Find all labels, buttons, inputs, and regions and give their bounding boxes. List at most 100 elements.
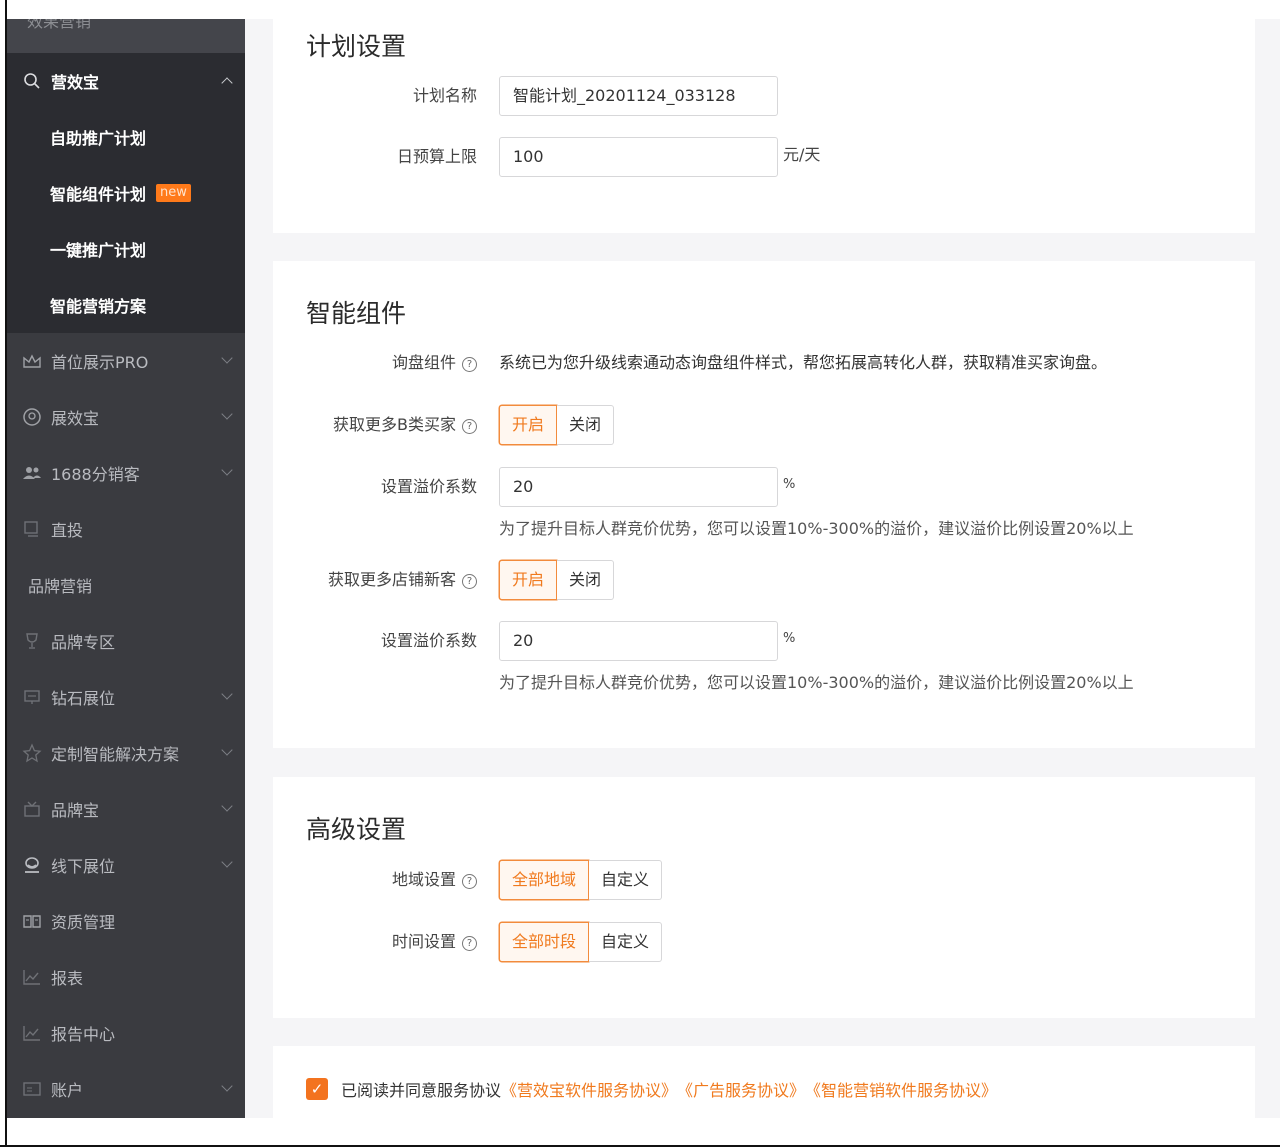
field-label: 获取更多店铺新客? bbox=[328, 560, 477, 600]
sidebar-subitem-self-promotion[interactable]: 自助推广计划 bbox=[7, 109, 245, 165]
time-all-button[interactable]: 全部时段 bbox=[499, 922, 590, 962]
sidebar-item-brand-zone[interactable]: 品牌专区 bbox=[7, 613, 245, 669]
toggle-off-button[interactable]: 关闭 bbox=[557, 560, 615, 600]
new-customers-toggle: 开启 关闭 bbox=[499, 560, 615, 600]
sidebar-item-diamond-booth[interactable]: 钻石展位 bbox=[7, 669, 245, 725]
field-label-text: 获取更多店铺新客 bbox=[327, 570, 456, 589]
chevron-down-icon bbox=[221, 800, 233, 812]
screenshot-frame: 效果营销 营效宝 自助推广计划 智能组件计划 new 一键推广计划 智能营销方案 bbox=[0, 0, 1280, 1147]
sidebar-item-direct[interactable]: 直投 bbox=[7, 501, 245, 557]
premium-input-2[interactable]: 20 bbox=[499, 621, 778, 661]
field-label: 获取更多B类买家? bbox=[333, 405, 477, 445]
sidebar-item-label: 报表 bbox=[51, 969, 84, 988]
sidebar-item-reports[interactable]: 报表 bbox=[7, 949, 245, 1005]
sidebar-subitem-label: 智能组件计划 bbox=[50, 185, 147, 204]
budget-input[interactable]: 100 bbox=[499, 137, 778, 177]
field-label: 地域设置? bbox=[392, 860, 477, 900]
premium-row-2: 设置溢价系数 20 % bbox=[273, 621, 1255, 661]
card-icon bbox=[21, 1078, 43, 1100]
sidebar-item-effect-marketing[interactable]: 效果营销 bbox=[7, 19, 245, 53]
frame-border-bottom bbox=[0, 1141, 1280, 1147]
sidebar-item-report-center[interactable]: 报告中心 bbox=[7, 1005, 245, 1061]
sidebar-item-brand-marketing[interactable]: 品牌营销 bbox=[7, 557, 245, 613]
sidebar-item-distributor[interactable]: 1688分销客 bbox=[7, 445, 245, 501]
chevron-up-icon[interactable] bbox=[221, 77, 233, 89]
sidebar-item-label: 效果营销 bbox=[27, 19, 92, 31]
book-icon bbox=[21, 910, 43, 932]
sidebar-item-label: 品牌宝 bbox=[51, 801, 100, 820]
sidebar-subitem-smart-component[interactable]: 智能组件计划 new bbox=[7, 165, 245, 221]
sidebar-item-label: 展效宝 bbox=[51, 409, 100, 428]
help-icon[interactable]: ? bbox=[462, 936, 477, 951]
sidebar-item-zhanxiaobao[interactable]: 展效宝 bbox=[7, 389, 245, 445]
sidebar-item-label: 品牌专区 bbox=[51, 633, 116, 652]
screen-icon bbox=[21, 686, 43, 708]
sidebar-item-label: 钻石展位 bbox=[51, 689, 116, 708]
time-toggle: 全部时段 自定义 bbox=[499, 922, 663, 962]
sidebar-item-yingxiaobao[interactable]: 营效宝 bbox=[7, 53, 245, 109]
inquiry-row: 询盘组件? 系统已为您升级线索通动态询盘组件样式，帮您拓展高转化人群，获取精准买… bbox=[273, 343, 1255, 383]
time-custom-button[interactable]: 自定义 bbox=[589, 922, 663, 962]
agreement-link-smart-marketing[interactable]: 《智能营销软件服务协议》 bbox=[805, 1077, 997, 1101]
premium-input-1[interactable]: 20 bbox=[499, 467, 778, 507]
premium-hint-2: 为了提升目标人群竞价优势，您可以设置10%-300%的溢价，建议溢价比例设置20… bbox=[499, 673, 1134, 692]
help-icon[interactable]: ? bbox=[462, 874, 477, 889]
toggle-on-button[interactable]: 开启 bbox=[499, 560, 558, 600]
chevron-down-icon bbox=[221, 688, 233, 700]
sidebar-subitem-smart-marketing[interactable]: 智能营销方案 bbox=[7, 277, 245, 333]
sidebar-subitem-one-click[interactable]: 一键推广计划 bbox=[7, 221, 245, 277]
help-icon[interactable]: ? bbox=[462, 574, 477, 589]
premium-unit: % bbox=[783, 631, 796, 646]
section-title: 高级设置 bbox=[306, 815, 407, 844]
premium-hint-1: 为了提升目标人群竞价优势，您可以设置10%-300%的溢价，建议溢价比例设置20… bbox=[499, 519, 1134, 538]
help-icon[interactable]: ? bbox=[462, 419, 477, 434]
badge-icon bbox=[21, 406, 43, 428]
region-custom-button[interactable]: 自定义 bbox=[589, 860, 663, 900]
field-label: 询盘组件? bbox=[392, 343, 477, 383]
sidebar-item-label: 定制智能解决方案 bbox=[51, 745, 180, 764]
sidebar-item-label: 报告中心 bbox=[51, 1025, 116, 1044]
field-label: 设置溢价系数 bbox=[380, 631, 477, 650]
premium-unit: % bbox=[783, 477, 796, 492]
plan-name-row: 计划名称 智能计划_20201124_033128 bbox=[273, 76, 1255, 116]
plan-name-input[interactable]: 智能计划_20201124_033128 bbox=[499, 76, 778, 116]
chevron-down-icon bbox=[221, 464, 233, 476]
help-icon[interactable]: ? bbox=[462, 357, 477, 372]
section-title: 计划设置 bbox=[306, 32, 407, 61]
agreement-link-yingxiaobao[interactable]: 《营效宝软件服务协议》 bbox=[501, 1077, 677, 1101]
chevron-down-icon bbox=[221, 408, 233, 420]
agreement-link-ad-service[interactable]: 《广告服务协议》 bbox=[677, 1077, 805, 1101]
sidebar-group-yingxiaobao: 营效宝 自助推广计划 智能组件计划 new 一键推广计划 智能营销方案 bbox=[7, 53, 245, 333]
sidebar-item-qualification[interactable]: 资质管理 bbox=[7, 893, 245, 949]
users-icon bbox=[21, 462, 43, 484]
toggle-off-button[interactable]: 关闭 bbox=[557, 405, 615, 445]
sidebar-item-account[interactable]: 账户 bbox=[7, 1061, 245, 1117]
chevron-down-icon bbox=[221, 1080, 233, 1092]
star-icon bbox=[21, 742, 43, 764]
premium-row-1: 设置溢价系数 20 % bbox=[273, 467, 1255, 507]
advanced-settings-card: 高级设置 地域设置? 全部地域 自定义 时间设置? 全部时段 自定义 bbox=[273, 777, 1255, 1018]
field-label-text: 询盘组件 bbox=[391, 353, 456, 372]
sidebar-item-top-display-pro[interactable]: 首位展示PRO bbox=[7, 333, 245, 389]
smart-component-card: 智能组件 询盘组件? 系统已为您升级线索通动态询盘组件样式，帮您拓展高转化人群，… bbox=[273, 261, 1255, 748]
search-icon bbox=[21, 70, 43, 92]
new-badge: new bbox=[156, 184, 191, 202]
b-buyers-row: 获取更多B类买家? 开启 关闭 bbox=[273, 405, 1255, 445]
sidebar-item-label: 资质管理 bbox=[51, 913, 116, 932]
sidebar-item-label: 线下展位 bbox=[51, 857, 116, 876]
chart-icon bbox=[21, 966, 43, 988]
agreement-card: ✓ 已阅读并同意服务协议 《营效宝软件服务协议》 《广告服务协议》 《智能营销软… bbox=[273, 1046, 1255, 1118]
agreement-checkbox[interactable]: ✓ bbox=[306, 1078, 328, 1100]
sidebar-item-brandbao[interactable]: 品牌宝 bbox=[7, 781, 245, 837]
sidebar-subitem-label: 智能营销方案 bbox=[50, 297, 147, 316]
sidebar-item-custom-solution[interactable]: 定制智能解决方案 bbox=[7, 725, 245, 781]
plan-settings-card: 计划设置 计划名称 智能计划_20201124_033128 日预算上限 100… bbox=[273, 19, 1255, 233]
budget-row: 日预算上限 100 元/天 bbox=[273, 137, 1255, 177]
inquiry-description: 系统已为您升级线索通动态询盘组件样式，帮您拓展高转化人群，获取精准买家询盘。 bbox=[499, 353, 1108, 372]
sidebar-item-offline-booth[interactable]: 线下展位 bbox=[7, 837, 245, 893]
toggle-on-button[interactable]: 开启 bbox=[499, 405, 558, 445]
chevron-down-icon bbox=[221, 352, 233, 364]
region-all-button[interactable]: 全部地域 bbox=[499, 860, 590, 900]
gift-icon bbox=[21, 798, 43, 820]
sidebar-item-label: 直投 bbox=[51, 521, 84, 540]
